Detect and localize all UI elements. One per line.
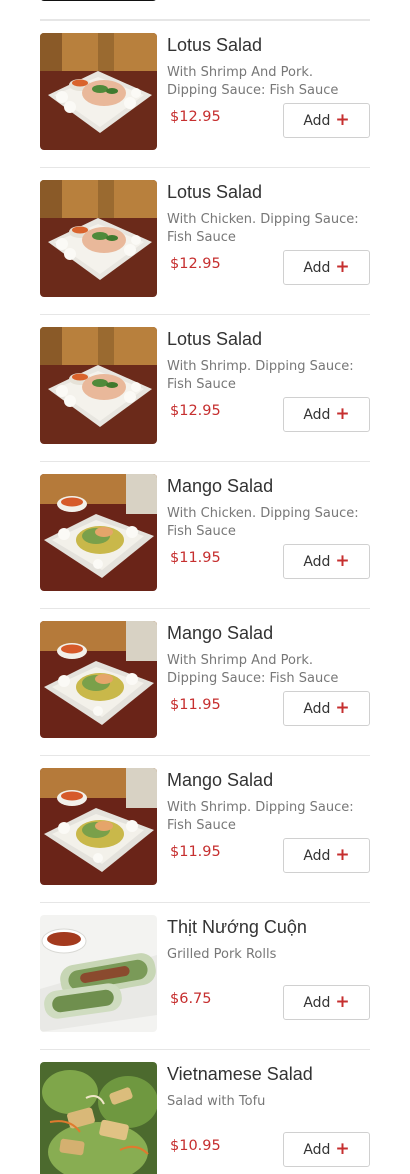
item-name: Mango Salad (167, 623, 274, 643)
menu-item[interactable]: Mango Salad With Chicken. Dipping Sauce:… (40, 461, 370, 608)
add-button[interactable]: Add + (283, 103, 370, 138)
add-button[interactable]: Add + (283, 838, 370, 873)
previous-item-photo (40, 0, 157, 1)
menu-item[interactable]: Lotus Salad With Shrimp And Pork. Dippin… (40, 20, 370, 167)
add-button[interactable]: Add + (283, 691, 370, 726)
add-button-label: Add (303, 553, 331, 570)
tofu-salad-photo (40, 1062, 157, 1174)
item-name: Vietnamese Salad (167, 1064, 313, 1084)
item-name: Lotus Salad (167, 329, 263, 349)
menu-item[interactable]: Vietnamese Salad Salad with Tofu $10.95 … (40, 1049, 370, 1174)
item-description: With Chicken. Dipping Sauce: Fish Sauce (167, 212, 359, 245)
item-description: Grilled Pork Rolls (167, 947, 277, 962)
item-name: Lotus Salad (167, 182, 263, 202)
grilled-pork-rolls-photo (40, 915, 157, 1032)
add-button-label: Add (303, 112, 331, 129)
item-description: With Shrimp And Pork. Dipping Sauce: Fis… (167, 653, 339, 686)
add-button[interactable]: Add + (283, 985, 370, 1020)
item-description: With Shrimp And Pork. Dipping Sauce: Fis… (167, 65, 339, 98)
plus-icon: + (335, 404, 350, 424)
item-price: $11.95 (170, 697, 221, 713)
menu-item[interactable]: Mango Salad With Shrimp. Dipping Sauce: … (40, 755, 370, 902)
lotus-salad-photo (40, 327, 157, 444)
menu-item[interactable]: Lotus Salad With Chicken. Dipping Sauce:… (40, 167, 370, 314)
item-price: $12.95 (170, 256, 221, 272)
item-price: $11.95 (170, 844, 221, 860)
mango-salad-photo (40, 768, 157, 885)
add-button-label: Add (303, 847, 331, 864)
item-description: Salad with Tofu (167, 1094, 266, 1109)
item-price: $11.95 (170, 550, 221, 566)
plus-icon: + (335, 551, 350, 571)
add-button[interactable]: Add + (283, 250, 370, 285)
previous-menu-item (40, 0, 370, 20)
add-button[interactable]: Add + (283, 1132, 370, 1167)
add-button-label: Add (303, 700, 331, 717)
mango-salad-photo (40, 621, 157, 738)
item-price: $12.95 (170, 403, 221, 419)
menu-item[interactable]: Thịt Nướng Cuộn Grilled Pork Rolls $6.75… (40, 902, 370, 1049)
item-name: Mango Salad (167, 770, 274, 790)
plus-icon: + (335, 110, 350, 130)
item-price: $12.95 (170, 109, 221, 125)
menu-list: Lotus Salad With Shrimp And Pork. Dippin… (40, 20, 370, 1174)
mango-salad-photo (40, 474, 157, 591)
item-price: $10.95 (170, 1138, 221, 1154)
add-button[interactable]: Add + (283, 397, 370, 432)
lotus-salad-photo (40, 33, 157, 150)
item-description: With Shrimp. Dipping Sauce: Fish Sauce (167, 359, 354, 392)
add-button[interactable]: Add + (283, 544, 370, 579)
item-name: Lotus Salad (167, 35, 263, 55)
lotus-salad-photo (40, 180, 157, 297)
item-description: With Shrimp. Dipping Sauce: Fish Sauce (167, 800, 354, 833)
add-button-label: Add (303, 994, 331, 1011)
add-button-label: Add (303, 406, 331, 423)
add-button-label: Add (303, 259, 331, 276)
menu-item[interactable]: Lotus Salad With Shrimp. Dipping Sauce: … (40, 314, 370, 461)
plus-icon: + (335, 257, 350, 277)
plus-icon: + (335, 992, 350, 1012)
item-name: Thịt Nướng Cuộn (167, 917, 307, 937)
plus-icon: + (335, 698, 350, 718)
plus-icon: + (335, 845, 350, 865)
add-button-label: Add (303, 1141, 331, 1158)
plus-icon: + (335, 1139, 350, 1159)
item-price: $6.75 (170, 991, 212, 1007)
menu-item[interactable]: Mango Salad With Shrimp And Pork. Dippin… (40, 608, 370, 755)
item-description: With Chicken. Dipping Sauce: Fish Sauce (167, 506, 359, 539)
item-name: Mango Salad (167, 476, 274, 496)
